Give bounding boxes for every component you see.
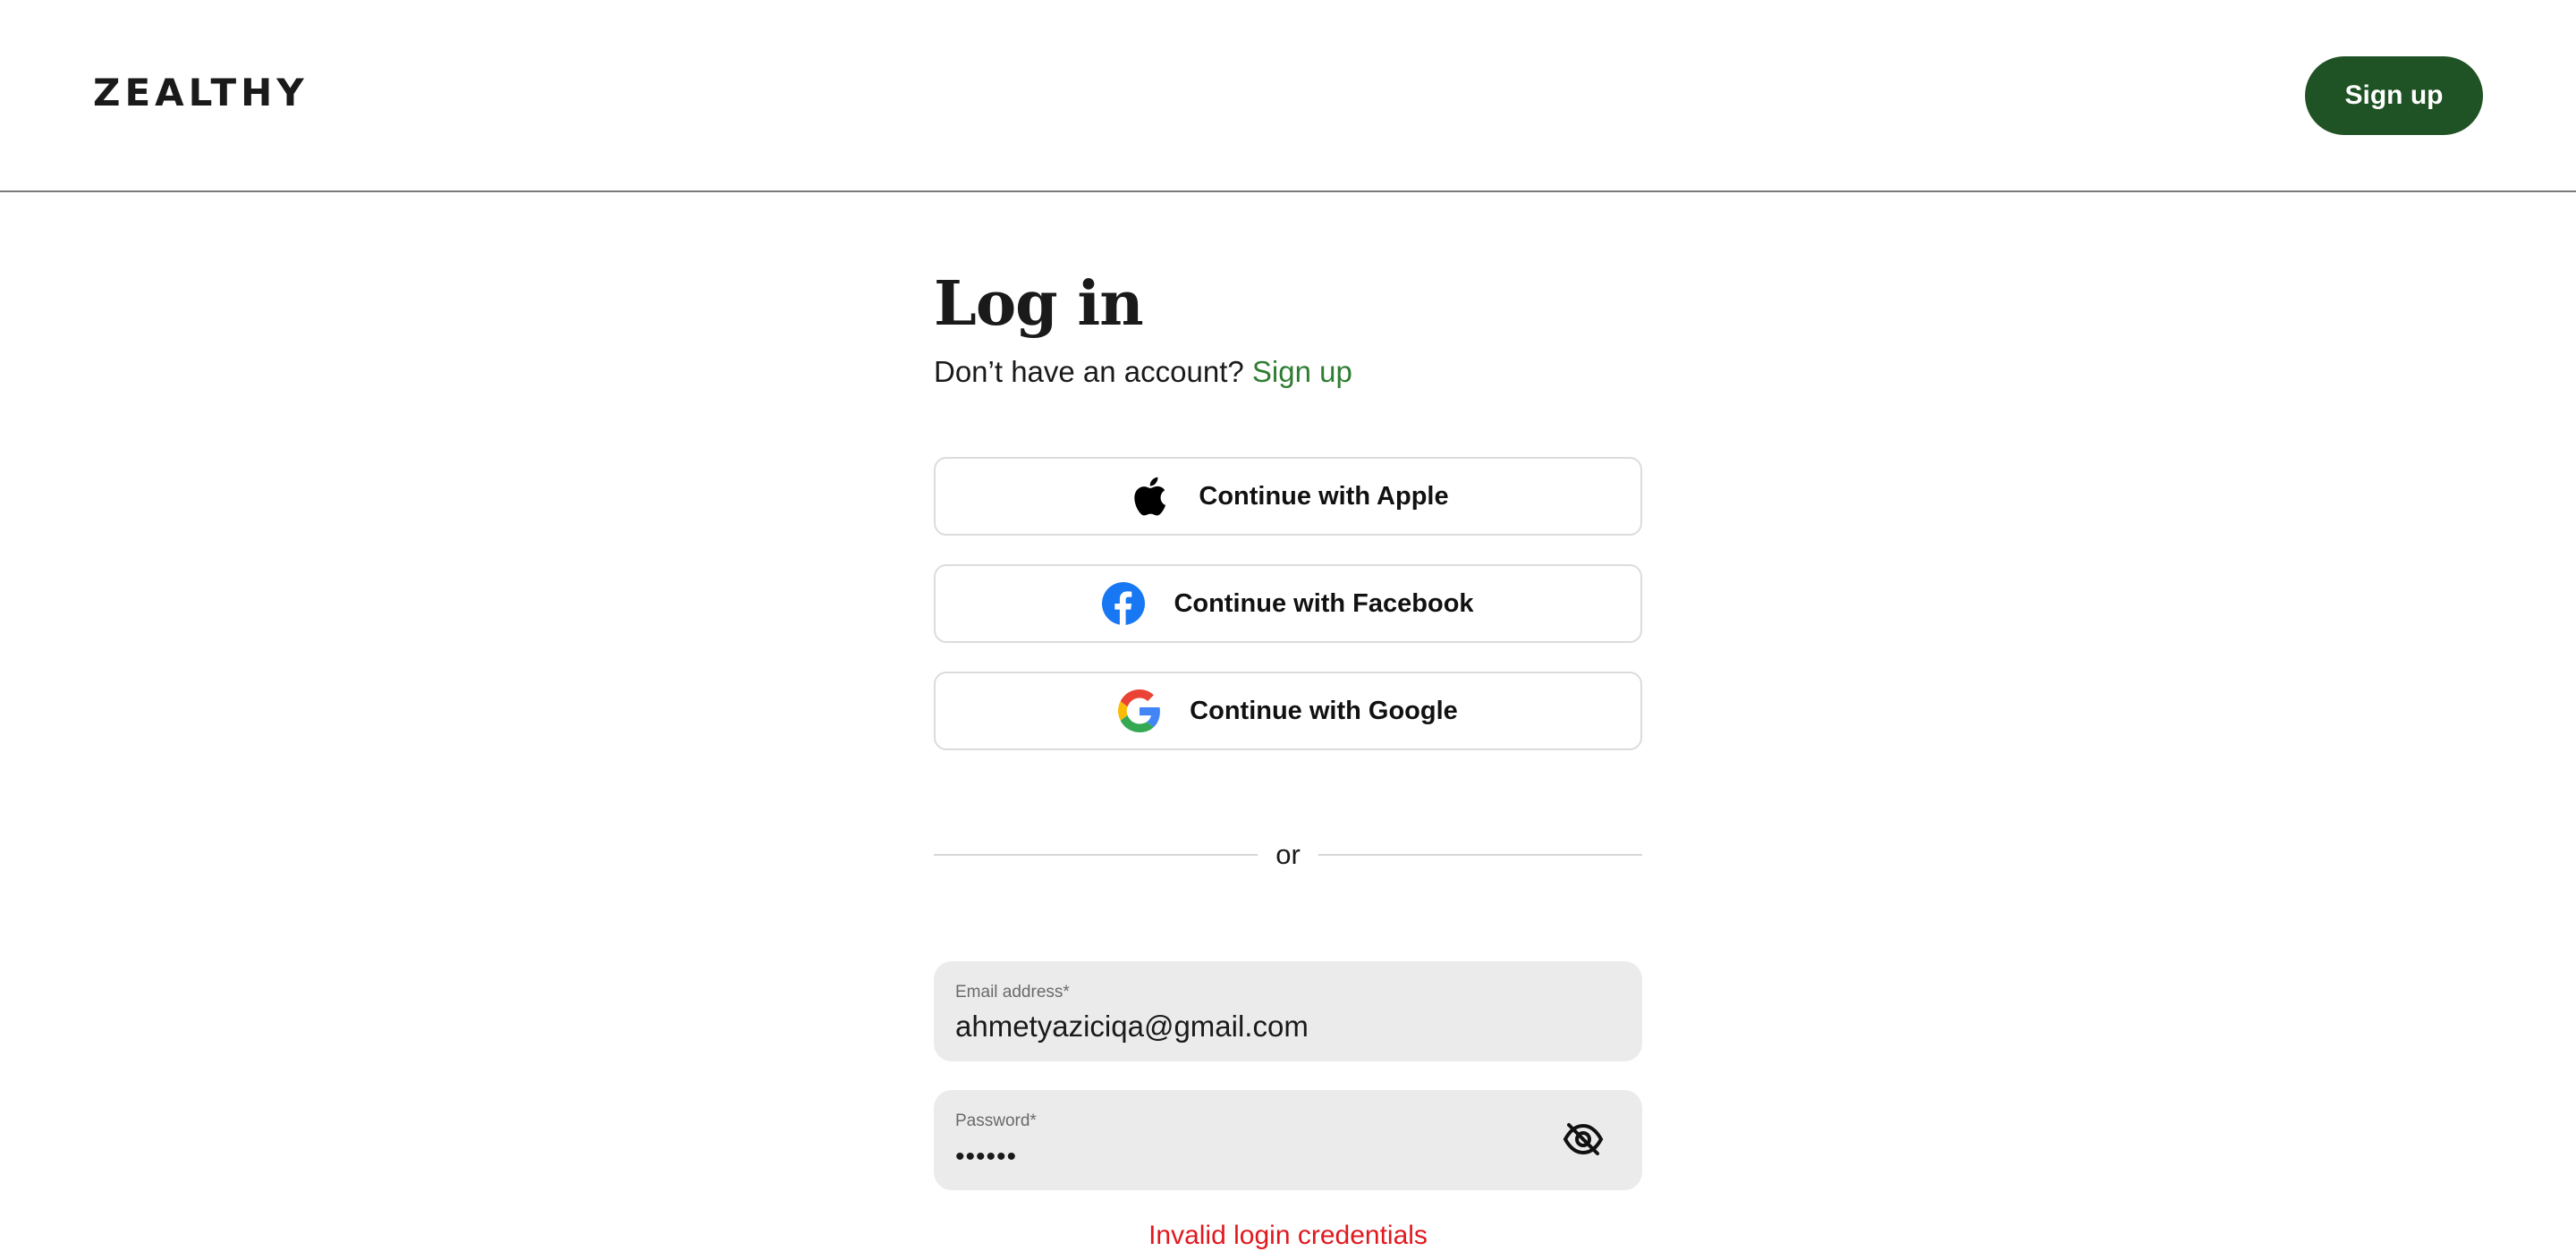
signup-prompt: Don’t have an account? Sign up [934,352,1642,392]
or-divider: or [934,837,1643,873]
facebook-icon [1102,582,1146,625]
email-input[interactable]: ahmetyaziciqa@gmail.com [955,1010,1309,1044]
eye-slash-icon[interactable] [1563,1121,1604,1157]
continue-with-google-button[interactable]: Continue with Google [934,672,1642,750]
login-error-message: Invalid login credentials [1148,1221,1428,1250]
header-signup-button[interactable]: Sign up [2305,56,2483,135]
signup-prompt-text: Don’t have an account? [934,355,1244,388]
password-field[interactable]: Password* •••••• [934,1090,1642,1190]
google-icon [1118,689,1161,732]
continue-with-apple-button[interactable]: Continue with Apple [934,457,1642,536]
site-header: ZEALTHY Sign up [0,0,2576,192]
signup-link[interactable]: Sign up [1252,355,1352,388]
login-panel: Log in Don’t have an account? Sign up Co… [934,268,1643,1250]
divider-line-right [1318,854,1643,856]
zealthy-logo[interactable]: ZEALTHY [93,68,309,118]
email-field[interactable]: Email address* ahmetyaziciqa@gmail.com [934,961,1642,1061]
password-input[interactable]: •••••• [955,1142,1017,1172]
email-label: Email address* [955,983,1070,1002]
password-label: Password* [955,1112,1037,1130]
continue-with-facebook-button[interactable]: Continue with Facebook [934,564,1642,643]
google-button-label: Continue with Google [1190,696,1458,725]
divider-text: or [1275,839,1301,870]
page-title: Log in [934,268,1144,340]
facebook-button-label: Continue with Facebook [1174,588,1474,618]
apple-button-label: Continue with Apple [1199,481,1449,511]
divider-line-left [934,854,1258,856]
apple-icon [1127,475,1170,518]
